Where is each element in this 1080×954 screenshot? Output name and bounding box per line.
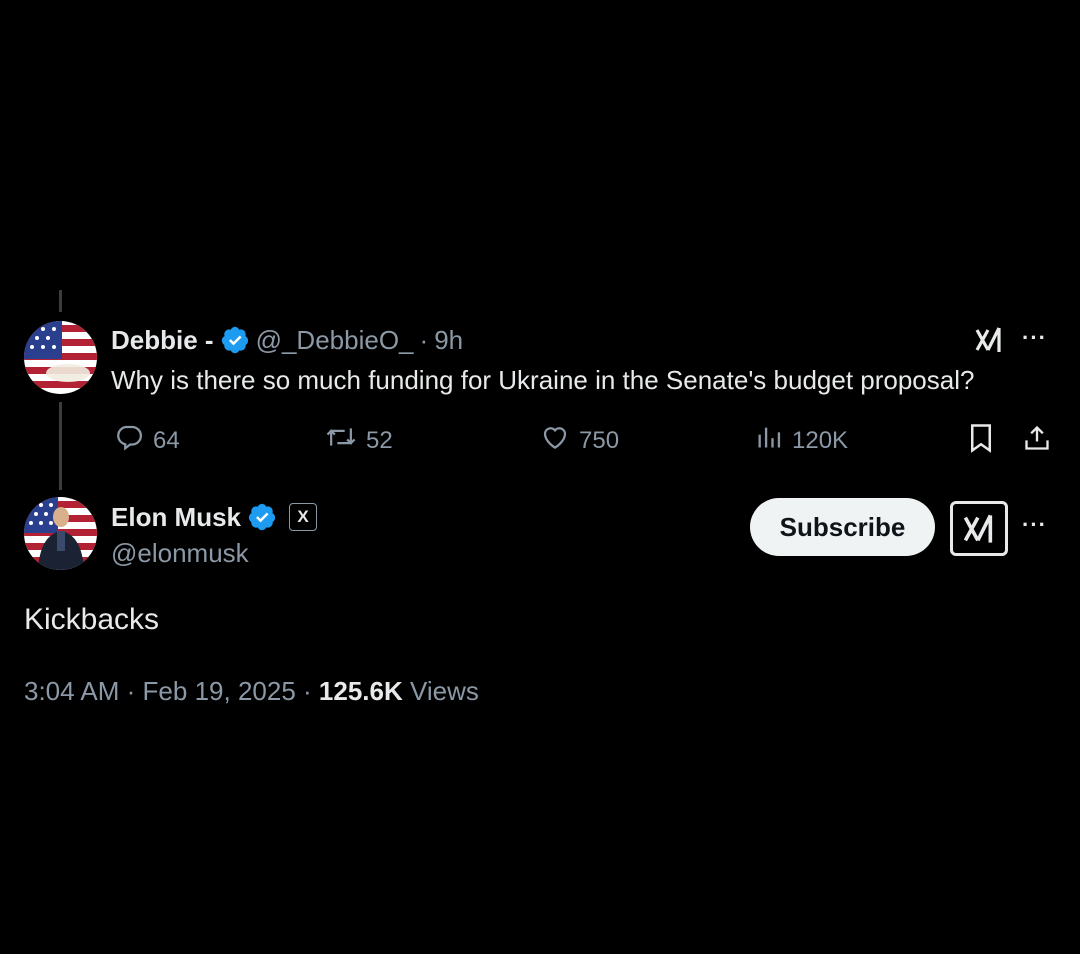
reply-tweet-text: Kickbacks bbox=[24, 603, 160, 636]
repost-icon bbox=[325, 422, 357, 459]
subscribe-button[interactable]: Subscribe bbox=[750, 498, 935, 556]
reply-button[interactable]: 64 bbox=[114, 422, 180, 459]
tweet-views-count: 125.6K bbox=[318, 676, 403, 706]
parent-tweet-text: Why is there so much funding for Ukraine… bbox=[111, 365, 975, 395]
verified-badge-icon[interactable] bbox=[220, 325, 250, 355]
meta-separator-2: · bbox=[303, 676, 312, 706]
debbie-avatar[interactable] bbox=[24, 321, 97, 394]
meta-separator-1: · bbox=[126, 676, 136, 706]
parent-timestamp[interactable]: 9h bbox=[434, 325, 463, 356]
x-affiliate-badge-icon[interactable]: X bbox=[289, 503, 318, 531]
reply-tweet-header: Elon Musk X bbox=[111, 500, 318, 534]
bookmark-icon[interactable] bbox=[966, 422, 996, 454]
like-count: 750 bbox=[579, 426, 620, 454]
tweet-views-label: Views bbox=[410, 676, 479, 706]
tweet-date[interactable]: Feb 19, 2025 bbox=[143, 676, 296, 706]
reply-more-icon[interactable]: ··· bbox=[1022, 512, 1047, 538]
like-button[interactable]: 750 bbox=[540, 422, 619, 459]
tweet-time[interactable]: 3:04 AM bbox=[24, 676, 119, 706]
elon-avatar[interactable] bbox=[24, 497, 97, 570]
reply-handle[interactable]: @elonmusk bbox=[111, 538, 249, 569]
parent-tweet-header: Debbie - @_DebbieO_ · 9h bbox=[111, 322, 463, 358]
parent-more-icon[interactable]: ··· bbox=[1022, 325, 1047, 351]
reply-count: 64 bbox=[153, 426, 180, 454]
repost-button[interactable]: 52 bbox=[325, 422, 393, 459]
grok-box-icon[interactable] bbox=[950, 501, 1008, 556]
share-icon[interactable] bbox=[1022, 422, 1052, 454]
views-icon bbox=[755, 422, 783, 459]
views-button[interactable]: 120K bbox=[755, 422, 848, 459]
header-separator: · bbox=[419, 324, 429, 355]
parent-handle[interactable]: @_DebbieO_ bbox=[256, 325, 414, 356]
reply-author-name[interactable]: Elon Musk bbox=[111, 502, 241, 533]
thread-line-top bbox=[59, 290, 62, 312]
grok-icon[interactable] bbox=[972, 325, 1006, 355]
reply-handle-row: @elonmusk bbox=[111, 537, 249, 569]
repost-count: 52 bbox=[366, 426, 393, 454]
reply-icon bbox=[114, 422, 144, 459]
like-icon bbox=[540, 422, 570, 459]
tweet-meta: 3:04 AM · Feb 19, 2025 · 125.6K Views bbox=[24, 676, 479, 707]
parent-author-name[interactable]: Debbie - bbox=[111, 325, 214, 356]
verified-badge-icon[interactable] bbox=[247, 502, 277, 532]
views-count: 120K bbox=[792, 426, 849, 454]
thread-line-connector bbox=[59, 402, 62, 490]
